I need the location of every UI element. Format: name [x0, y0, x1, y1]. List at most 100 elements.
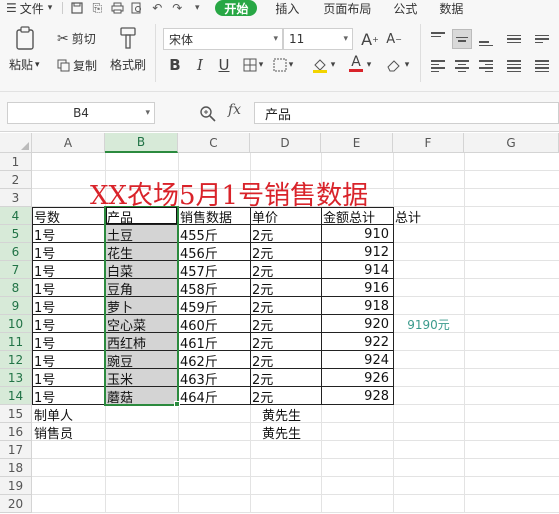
cell-b-5[interactable]: 土豆 [105, 225, 178, 244]
formula-input[interactable]: 产品 [254, 102, 559, 124]
underline-icon[interactable]: U [214, 55, 234, 75]
row-header-20[interactable]: 20 [0, 495, 32, 513]
fill-handle[interactable] [174, 401, 180, 407]
column-header-g[interactable]: G [464, 133, 559, 153]
row-header-19[interactable]: 19 [0, 477, 32, 495]
row-header-14[interactable]: 14 [0, 387, 32, 405]
justify-icon[interactable] [504, 56, 524, 76]
cell-a-12[interactable]: 1号 [32, 351, 105, 370]
tab-data[interactable]: 数据 [433, 0, 469, 16]
zoom-icon[interactable] [199, 105, 217, 123]
footer-label-15[interactable]: 制单人 [32, 405, 104, 424]
cut-button[interactable]: ✂ 剪切 [57, 30, 96, 47]
cell-d-13[interactable]: 2元 [250, 369, 321, 388]
align-center-icon[interactable] [452, 56, 472, 76]
spreadsheet-grid[interactable]: A B C D E F G 1 2 3 4 5 6 7 8 9 10 11 12 13 14 15 16 17 18 19 20 XX… [0, 133, 559, 514]
cell-a-13[interactable]: 1号 [32, 369, 105, 388]
cell-b-9[interactable]: 萝卜 [105, 297, 178, 316]
align-bottom-icon[interactable] [476, 29, 496, 49]
cell-a-10[interactable]: 1号 [32, 315, 105, 334]
cell-c-11[interactable]: 461斤 [178, 333, 250, 352]
cell-a-5[interactable]: 1号 [32, 225, 105, 244]
tab-page-layout[interactable]: 页面布局 [317, 0, 377, 16]
format-painter-button[interactable]: 格式刷 [110, 26, 146, 73]
column-header-c[interactable]: C [178, 133, 250, 153]
cell-c-7[interactable]: 457斤 [178, 261, 250, 280]
header-cell-d[interactable]: 单价 [250, 207, 321, 226]
cell-c-13[interactable]: 463斤 [178, 369, 250, 388]
footer-label-16[interactable]: 销售员 [32, 423, 104, 442]
cell-e-11[interactable]: 922 [321, 333, 393, 351]
align-right-icon[interactable] [476, 56, 496, 76]
row-header-7[interactable]: 7 [0, 261, 32, 279]
row-header-12[interactable]: 12 [0, 351, 32, 369]
row-header-16[interactable]: 16 [0, 423, 32, 441]
font-name-select[interactable]: 宋体 ▾ [163, 28, 283, 50]
cell-a-8[interactable]: 1号 [32, 279, 105, 298]
decrease-font-icon[interactable]: A − [384, 29, 404, 49]
bold-icon[interactable]: B [165, 55, 185, 75]
paste-button[interactable]: 粘贴 ▾ [9, 26, 40, 73]
cell-a-9[interactable]: 1号 [32, 297, 105, 316]
chevron-down-icon[interactable]: ▾ [364, 55, 374, 75]
cell-a-6[interactable]: 1号 [32, 243, 105, 262]
cell-b-13[interactable]: 玉米 [105, 369, 178, 388]
cell-a-11[interactable]: 1号 [32, 333, 105, 352]
redo-icon[interactable]: ↷ [167, 0, 187, 16]
cell-a-14[interactable]: 1号 [32, 387, 105, 406]
cell-b-14[interactable]: 蘑菇 [105, 387, 178, 406]
column-header-d[interactable]: D [250, 133, 321, 153]
cell-c-12[interactable]: 462斤 [178, 351, 250, 370]
export-icon[interactable]: ⎘ [87, 0, 107, 16]
chevron-down-icon[interactable]: ▾ [328, 55, 338, 75]
row-header-3[interactable]: 3 [0, 189, 32, 207]
font-color-icon[interactable]: A [346, 53, 366, 73]
cell-c-9[interactable]: 459斤 [178, 297, 250, 316]
column-header-b[interactable]: B [105, 133, 178, 153]
cell-b-10[interactable]: 空心菜 [105, 315, 178, 334]
cell-c-10[interactable]: 460斤 [178, 315, 250, 334]
row-header-13[interactable]: 13 [0, 369, 32, 387]
row-header-5[interactable]: 5 [0, 225, 32, 243]
row-header-1[interactable]: 1 [0, 153, 32, 171]
row-header-8[interactable]: 8 [0, 279, 32, 297]
row-header-18[interactable]: 18 [0, 459, 32, 477]
print-icon[interactable] [107, 0, 127, 16]
italic-icon[interactable]: I [190, 55, 210, 75]
copy-button[interactable]: 复制 [57, 57, 97, 74]
undo-icon[interactable]: ↶ [147, 0, 167, 16]
footer-name-16[interactable]: 黄先生 [260, 423, 332, 442]
column-header-f[interactable]: F [393, 133, 464, 153]
print-preview-icon[interactable] [127, 0, 147, 16]
align-left-icon[interactable] [428, 56, 448, 76]
cell-e-8[interactable]: 916 [321, 279, 393, 297]
cell-d-9[interactable]: 2元 [250, 297, 321, 316]
cell-e-5[interactable]: 910 [321, 225, 393, 243]
cell-c-8[interactable]: 458斤 [178, 279, 250, 298]
cell-c-14[interactable]: 464斤 [178, 387, 250, 406]
cell-e-6[interactable]: 912 [321, 243, 393, 261]
header-cell-a[interactable]: 号数 [32, 207, 105, 226]
row-header-4[interactable]: 4 [0, 207, 32, 225]
cell-b-8[interactable]: 豆角 [105, 279, 178, 298]
cell-e-13[interactable]: 926 [321, 369, 393, 387]
cell-d-6[interactable]: 2元 [250, 243, 321, 262]
cell-e-14[interactable]: 928 [321, 387, 393, 405]
chevron-down-icon[interactable]: ▾ [402, 55, 412, 75]
save-icon[interactable] [67, 0, 87, 16]
cell-e-9[interactable]: 918 [321, 297, 393, 315]
row-header-9[interactable]: 9 [0, 297, 32, 315]
header-cell-e[interactable]: 金额总计 [321, 207, 393, 226]
header-cell-c[interactable]: 销售数据 [178, 207, 250, 226]
cell-e-10[interactable]: 920 [321, 315, 393, 333]
tab-start[interactable]: 开始 [215, 0, 258, 16]
font-size-select[interactable]: 11 ▾ [283, 28, 353, 50]
cell-b-11[interactable]: 西红柿 [105, 333, 178, 352]
row-header-15[interactable]: 15 [0, 405, 32, 423]
cell-d-7[interactable]: 2元 [250, 261, 321, 280]
clear-format-icon[interactable] [384, 55, 404, 75]
cell-e-12[interactable]: 924 [321, 351, 393, 369]
cell-d-5[interactable]: 2元 [250, 225, 321, 244]
increase-font-icon[interactable]: A + [360, 29, 380, 49]
distributed-icon[interactable] [532, 56, 552, 76]
